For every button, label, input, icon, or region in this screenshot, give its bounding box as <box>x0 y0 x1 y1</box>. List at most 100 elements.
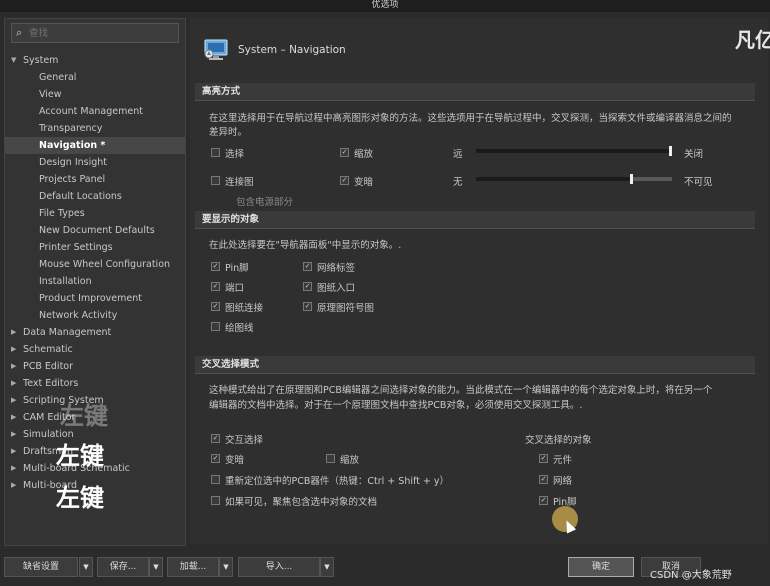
overlay-left-click-1: 左键 <box>60 402 108 430</box>
dim-strength-slider[interactable] <box>476 174 672 184</box>
tree-item-label: File Types <box>39 208 85 219</box>
object-checkbox[interactable]: ✓ <box>211 262 220 271</box>
tree-item[interactable]: Transparency <box>5 120 185 137</box>
include-power-label: 包含电源部分 <box>236 197 294 208</box>
collapsed-arrow-icon[interactable]: ▶ <box>11 358 16 375</box>
cross-zoom-checkbox[interactable] <box>326 454 335 463</box>
interactive-select-checkbox[interactable]: ✓ <box>211 434 220 443</box>
tree-item[interactable]: File Types <box>5 205 185 222</box>
load-button[interactable]: 加载... <box>167 557 219 577</box>
objects-desc: 在此处选择要在"导航器面板"中显示的对象。. <box>209 240 402 251</box>
focus-doc-checkbox[interactable] <box>211 496 220 505</box>
highlight-desc-line1: 在这里选择用于在导航过程中高亮图形对象的方法。这些选项用于在导航过程中，交叉探测… <box>209 113 732 124</box>
tree-item[interactable]: New Document Defaults <box>5 222 185 239</box>
relocate-checkbox[interactable] <box>211 475 220 484</box>
save-button[interactable]: 保存... <box>97 557 149 577</box>
settings-panel: System – Navigation 凡亿 高亮方式 在这里选择用于在导航过程… <box>190 18 770 544</box>
object-label: 原理图符号图 <box>317 303 375 314</box>
cross-object-pin-checkbox[interactable]: ✓ <box>539 496 548 505</box>
cross-dim-label: 变暗 <box>225 455 245 466</box>
tree-item[interactable]: ▶ Text Editors <box>5 375 185 392</box>
dim-checkbox[interactable]: ✓ <box>340 176 349 185</box>
object-checkbox[interactable]: ✓ <box>303 302 312 311</box>
tree-item-label: Product Improvement <box>39 293 142 304</box>
tree-item[interactable]: General <box>5 69 185 86</box>
slider-thumb[interactable] <box>629 174 633 184</box>
tree-item[interactable]: ▼ System <box>5 52 185 69</box>
overlay-left-click-2: 左键 <box>56 442 104 470</box>
object-checkbox[interactable]: ✓ <box>303 262 312 271</box>
tree-item[interactable]: ▶ Schematic <box>5 341 185 358</box>
object-checkbox[interactable]: ✓ <box>211 302 220 311</box>
tree-item[interactable]: ▶ PCB Editor <box>5 358 185 375</box>
tree-item-label: Projects Panel <box>39 174 106 185</box>
collapsed-arrow-icon[interactable]: ▶ <box>11 375 16 392</box>
load-dropdown-arrow[interactable]: ▼ <box>219 557 233 577</box>
collapsed-arrow-icon[interactable]: ▶ <box>11 460 16 477</box>
highlight-strength-slider[interactable] <box>476 146 672 156</box>
object-label: 图纸入口 <box>317 283 356 294</box>
collapsed-arrow-icon[interactable]: ▶ <box>11 409 16 426</box>
tree-item-label: Default Locations <box>39 191 122 202</box>
object-checkbox[interactable]: ✓ <box>303 282 312 291</box>
tree-item[interactable]: Navigation * <box>5 137 185 154</box>
highlight-desc-line2: 差异时。 <box>209 127 248 138</box>
tree-item[interactable]: Network Activity <box>5 307 185 324</box>
dim-label: 变暗 <box>354 177 374 188</box>
section-cross-title: 交叉选择模式 <box>195 356 755 374</box>
tree-item[interactable]: Default Locations <box>5 188 185 205</box>
search-input[interactable] <box>29 26 169 40</box>
object-checkbox[interactable] <box>211 322 220 331</box>
tree-item[interactable]: ▶ Data Management <box>5 324 185 341</box>
cross-zoom-label: 缩放 <box>340 455 360 466</box>
object-checkbox[interactable]: ✓ <box>211 282 220 291</box>
search-box[interactable]: ⌕ <box>11 23 179 43</box>
section-objects-title: 要显示的对象 <box>195 211 755 229</box>
tree-item[interactable]: Installation <box>5 273 185 290</box>
cross-object-net-label: 网络 <box>553 476 573 487</box>
tree-item[interactable]: Printer Settings <box>5 239 185 256</box>
tree-item[interactable]: Mouse Wheel Configuration <box>5 256 185 273</box>
slider-thumb[interactable] <box>669 146 672 156</box>
cross-object-component-label: 元件 <box>553 455 573 466</box>
collapsed-arrow-icon[interactable]: ▶ <box>11 443 16 460</box>
collapsed-arrow-icon[interactable]: ▶ <box>11 324 16 341</box>
import-dropdown-arrow[interactable]: ▼ <box>320 557 334 577</box>
tree-item-label: View <box>39 89 62 100</box>
defaults-button[interactable]: 缺省设置 <box>4 557 78 577</box>
import-button[interactable]: 导入... <box>238 557 320 577</box>
cross-object-net-checkbox[interactable]: ✓ <box>539 475 548 484</box>
tree-item[interactable]: Design Insight <box>5 154 185 171</box>
tree-item[interactable]: Account Management <box>5 103 185 120</box>
collapsed-arrow-icon[interactable]: ▶ <box>11 477 16 494</box>
collapsed-arrow-icon[interactable]: ▶ <box>11 341 16 358</box>
slider1-left-label: 远 <box>453 149 463 160</box>
mask-checkbox[interactable] <box>211 176 220 185</box>
tree-item[interactable]: Product Improvement <box>5 290 185 307</box>
section-highlight-title: 高亮方式 <box>195 83 755 101</box>
defaults-dropdown-arrow[interactable]: ▼ <box>79 557 93 577</box>
cross-object-component-checkbox[interactable]: ✓ <box>539 454 548 463</box>
select-checkbox[interactable] <box>211 148 220 157</box>
tree-item-label: PCB Editor <box>23 361 74 372</box>
tree-item[interactable]: View <box>5 86 185 103</box>
save-dropdown-arrow[interactable]: ▼ <box>149 557 163 577</box>
object-label: 端口 <box>225 283 245 294</box>
object-label: 绘图线 <box>225 323 254 334</box>
object-label: 图纸连接 <box>225 303 264 314</box>
window-title: 优选项 <box>0 0 770 12</box>
tree-item[interactable]: Projects Panel <box>5 171 185 188</box>
zoom-checkbox[interactable]: ✓ <box>340 148 349 157</box>
expanded-arrow-icon[interactable]: ▼ <box>11 52 16 69</box>
select-label: 选择 <box>225 149 245 160</box>
tree-item-label: Printer Settings <box>39 242 113 253</box>
mask-label: 连接图 <box>225 177 254 188</box>
object-label: 网络标签 <box>317 263 356 274</box>
slider2-right-label: 不可见 <box>684 177 713 188</box>
tree-item-label: Text Editors <box>23 378 79 389</box>
overlay-left-click-3: 左键 <box>56 484 104 512</box>
collapsed-arrow-icon[interactable]: ▶ <box>11 392 16 409</box>
ok-button[interactable]: 确定 <box>568 557 634 577</box>
cross-dim-checkbox[interactable]: ✓ <box>211 454 220 463</box>
collapsed-arrow-icon[interactable]: ▶ <box>11 426 16 443</box>
